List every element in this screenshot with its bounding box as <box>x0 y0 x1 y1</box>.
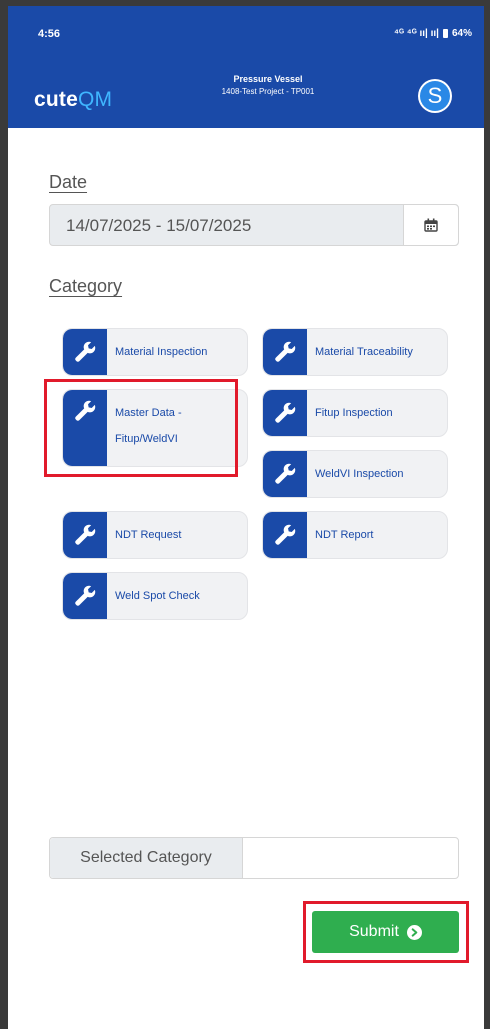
wrench-icon <box>263 390 307 436</box>
user-avatar[interactable]: S <box>418 79 452 113</box>
status-indicators: ⁴ᴳ ⁴ᴳ ıı| ıı| 64% <box>394 28 472 39</box>
category-label-text: WeldVI Inspection <box>315 468 404 480</box>
selected-category-group: Selected Category <box>49 837 459 879</box>
category-weld-spot-check[interactable]: Weld Spot Check <box>62 572 248 620</box>
app-header: cuteQM Pressure Vessel 1408-Test Project… <box>8 58 484 128</box>
date-range-field[interactable]: 14/07/2025 - 15/07/2025 <box>49 204 459 246</box>
category-ndt-request[interactable]: NDT Request <box>62 511 248 559</box>
wrench-icon <box>63 573 107 619</box>
selected-category-label: Selected Category <box>50 838 243 878</box>
project-info: Pressure Vessel 1408-Test Project - TP00… <box>188 74 348 96</box>
selected-category-input[interactable] <box>243 838 458 878</box>
brand-part-2: QM <box>77 88 113 111</box>
wrench-icon <box>263 512 307 558</box>
highlight-submit <box>303 901 469 963</box>
wrench-icon <box>63 512 107 558</box>
category-label: Category <box>49 276 123 296</box>
wrench-icon <box>63 329 107 375</box>
category-label-text: Weld Spot Check <box>115 590 200 602</box>
signal-icon: ⁴ᴳ ⁴ᴳ ıı| ıı| <box>394 28 439 39</box>
project-subtitle: 1408-Test Project - TP001 <box>221 87 315 96</box>
brand-part-1: cute <box>34 88 78 111</box>
category-label-text: Fitup Inspection <box>315 407 393 419</box>
status-time: 4:56 <box>38 28 61 40</box>
brand-logo[interactable]: cuteQM <box>34 88 112 112</box>
category-label-text: Material Traceability <box>315 346 413 358</box>
app-screen: 4:56 ⁴ᴳ ⁴ᴳ ıı| ıı| 64% cuteQM Pressure V… <box>8 6 484 1029</box>
category-material-inspection[interactable]: Material Inspection <box>62 328 248 376</box>
calendar-button[interactable] <box>403 205 458 245</box>
category-weldvi-inspection[interactable]: WeldVI Inspection <box>262 450 448 498</box>
project-title: Pressure Vessel <box>233 74 303 84</box>
category-label-text: NDT Request <box>115 529 182 541</box>
avatar-letter: S <box>420 81 450 111</box>
category-label-text: NDT Report <box>315 529 374 541</box>
date-range-value: 14/07/2025 - 15/07/2025 <box>66 216 252 235</box>
wrench-icon <box>263 329 307 375</box>
status-bar: 4:56 ⁴ᴳ ⁴ᴳ ıı| ıı| 64% <box>8 6 484 58</box>
battery-icon <box>442 29 448 38</box>
category-label-text: Material Inspection <box>115 346 208 358</box>
battery-level: 64% <box>451 28 472 39</box>
category-material-traceability[interactable]: Material Traceability <box>262 328 448 376</box>
category-ndt-report[interactable]: NDT Report <box>262 511 448 559</box>
category-fitup-inspection[interactable]: Fitup Inspection <box>262 389 448 437</box>
calendar-icon <box>424 218 438 232</box>
highlight-master-data <box>44 379 238 477</box>
date-label: Date <box>49 172 88 192</box>
wrench-icon <box>263 451 307 497</box>
